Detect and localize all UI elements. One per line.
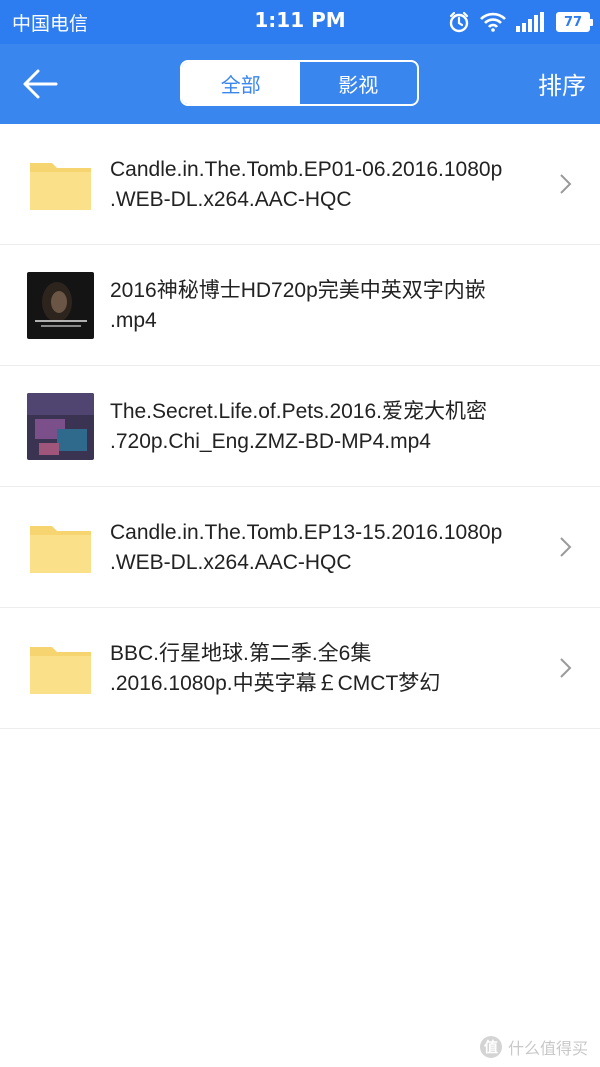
wifi-icon: [480, 12, 506, 32]
folder-icon: [27, 151, 94, 218]
watermark: 值 什么值得买: [479, 1035, 588, 1059]
sort-button[interactable]: 排序: [538, 66, 586, 101]
battery-icon: 77: [556, 12, 593, 32]
back-button[interactable]: [18, 62, 62, 106]
file-list: Candle.in.The.Tomb.EP01-06.2016.1080p .W…: [0, 124, 600, 729]
file-row[interactable]: Candle.in.The.Tomb.EP13-15.2016.1080p .W…: [0, 487, 600, 608]
back-arrow-icon: [23, 69, 58, 99]
status-bar: 中国电信 1:11 PM 77: [0, 0, 600, 44]
file-row[interactable]: 2016神秘博士HD720p完美中英双字内嵌 .mp4: [0, 245, 600, 366]
folder-icon: [27, 514, 94, 581]
app-header: 全部 影视 排序: [0, 44, 600, 124]
file-row[interactable]: BBC.行星地球.第二季.全6集 .2016.1080p.中英字幕￡CMCT梦幻: [0, 608, 600, 729]
folder-icon: [27, 635, 94, 702]
watermark-text: 什么值得买: [507, 1039, 588, 1058]
signal-icon: [516, 12, 546, 32]
video-thumbnail: [27, 393, 94, 460]
file-row[interactable]: The.Secret.Life.of.Pets.2016.爱宠大机密 .720p…: [0, 366, 600, 487]
file-row[interactable]: Candle.in.The.Tomb.EP01-06.2016.1080p .W…: [0, 124, 600, 245]
tab-all[interactable]: 全部: [182, 62, 300, 104]
watermark-logo: 值: [479, 1036, 502, 1058]
file-name: BBC.行星地球.第二季.全6集 .2016.1080p.中英字幕￡CMCT梦幻: [110, 642, 441, 695]
chevron-right-icon: [559, 172, 573, 196]
video-thumbnail: [27, 272, 94, 339]
alarm-icon: [448, 11, 470, 33]
file-name: Candle.in.The.Tomb.EP01-06.2016.1080p .W…: [110, 158, 503, 211]
file-name: Candle.in.The.Tomb.EP13-15.2016.1080p .W…: [110, 521, 503, 574]
status-icons: 77: [448, 8, 593, 36]
tab-video[interactable]: 影视: [300, 62, 418, 104]
chevron-right-icon: [559, 535, 573, 559]
file-name: 2016神秘博士HD720p完美中英双字内嵌 .mp4: [110, 279, 486, 332]
file-name: The.Secret.Life.of.Pets.2016.爱宠大机密 .720p…: [110, 400, 487, 453]
filter-tabs: 全部 影视: [180, 60, 419, 106]
chevron-right-icon: [559, 656, 573, 680]
